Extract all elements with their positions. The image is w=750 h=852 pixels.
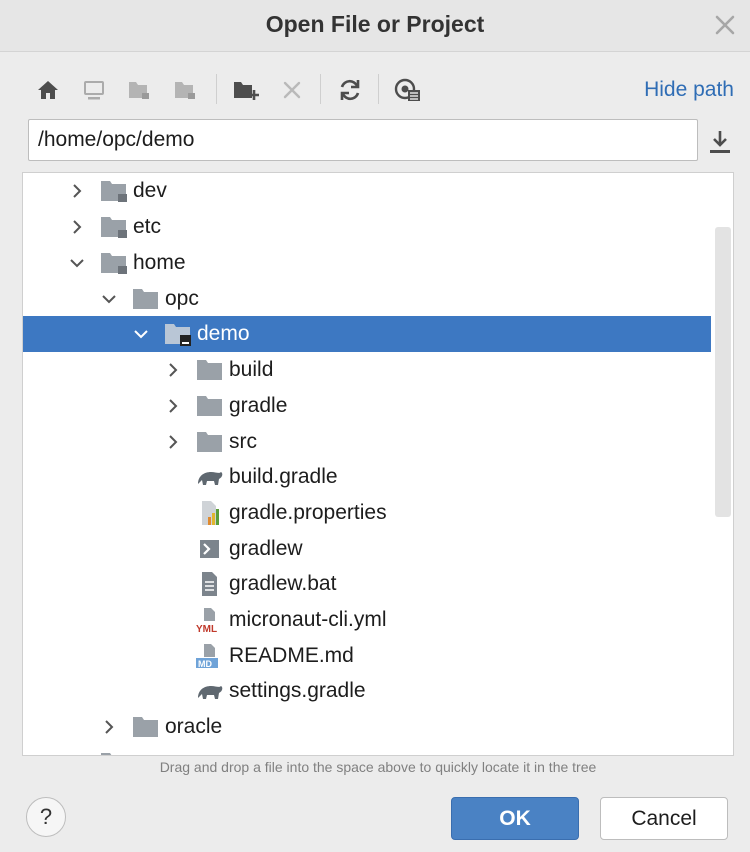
tree-item-label: oracle [165, 715, 223, 738]
tree-item-partial[interactable] [23, 745, 711, 756]
hide-path-link[interactable]: Hide path [644, 78, 734, 102]
tree-item-label: gradlew.bat [229, 572, 337, 595]
dialog-title: Open File or Project [265, 11, 485, 37]
ok-button[interactable]: OK [451, 797, 579, 840]
folder-icon [197, 360, 222, 380]
gradle-file-icon [198, 686, 223, 699]
show-hidden-icon[interactable] [390, 70, 426, 110]
path-input[interactable] [28, 119, 698, 161]
svg-text:MD: MD [198, 659, 212, 669]
toolbar-separator [216, 74, 217, 104]
delete-icon[interactable] [274, 70, 310, 110]
tree-item-etc[interactable]: etc [23, 209, 711, 245]
chevron-right-icon[interactable] [67, 753, 87, 756]
tree-item-label: micronaut-cli.yml [229, 608, 387, 631]
tree-item-label: dev [133, 179, 167, 202]
project-icon[interactable] [122, 70, 158, 110]
home-icon[interactable] [30, 70, 66, 110]
folder-icon [101, 217, 127, 238]
tree-item-label: gradlew [229, 537, 303, 560]
tree-item-label: gradle.properties [229, 501, 387, 524]
folder-icon [197, 396, 222, 416]
chevron-right-icon[interactable] [99, 717, 119, 737]
chevron-right-icon[interactable] [67, 217, 87, 237]
folder-icon [197, 432, 222, 452]
chevron-right-icon[interactable] [163, 396, 183, 416]
download-icon[interactable] [706, 128, 734, 156]
tree-item-label: etc [133, 215, 162, 238]
tree-item-label: README.md [229, 644, 354, 667]
new-folder-icon[interactable] [228, 70, 264, 110]
tree-item-gradlew[interactable]: gradlew [23, 531, 711, 567]
tree-item-label: src [229, 430, 257, 453]
tree-item-label: home [133, 251, 186, 274]
tree-item-label: demo [197, 322, 250, 345]
chevron-right-icon[interactable] [67, 181, 87, 201]
tree-item-micronaut-cli-yml[interactable]: YML micronaut-cli.yml [23, 602, 711, 638]
cancel-button[interactable]: Cancel [600, 797, 728, 840]
tree-item-demo[interactable]: demo [23, 316, 711, 352]
toolbar-separator [378, 74, 379, 104]
tree-item-label: settings.gradle [229, 679, 366, 702]
tree-item-build[interactable]: build [23, 352, 711, 388]
chevron-right-icon[interactable] [163, 432, 183, 452]
chevron-down-icon[interactable] [67, 253, 87, 273]
gradle-file-icon [198, 472, 223, 485]
tree-item-opc[interactable]: opc [23, 281, 711, 317]
tree-item-src[interactable]: src [23, 424, 711, 460]
refresh-icon[interactable] [332, 70, 368, 110]
shell-script-icon [200, 540, 219, 558]
project-folder-icon [165, 324, 191, 346]
toolbar-separator [320, 74, 321, 104]
drag-drop-hint: Drag and drop a file into the space abov… [159, 759, 597, 775]
folder-icon [133, 717, 158, 737]
tree-item-dev[interactable]: dev [23, 173, 711, 209]
tree-item-label: opc [165, 287, 199, 310]
tree-item-gradle-properties[interactable]: gradle.properties [23, 495, 711, 531]
tree-scrollbar[interactable] [715, 227, 731, 517]
properties-file-icon [202, 501, 219, 525]
yml-file-icon: YML [196, 608, 217, 633]
folder-icon [133, 289, 158, 309]
tree-item-readme-md[interactable]: MD README.md [23, 638, 711, 674]
chevron-right-icon[interactable] [163, 360, 183, 380]
tree-item-label: gradle [229, 394, 288, 417]
tree-item-label: build [229, 358, 274, 381]
toolbar [28, 70, 458, 110]
tree-item-gradlew-bat[interactable]: gradlew.bat [23, 566, 711, 602]
module-icon[interactable] [168, 70, 204, 110]
tree-item-build-gradle[interactable]: build.gradle [23, 459, 711, 495]
title-bar: Open File or Project [0, 0, 750, 52]
text-file-icon [202, 572, 217, 596]
close-icon[interactable] [710, 10, 740, 40]
tree-item-settings-gradle[interactable]: settings.gradle [23, 673, 711, 709]
tree-item-label: build.gradle [229, 465, 338, 488]
folder-icon [101, 253, 127, 274]
folder-icon [101, 753, 112, 755]
tree-item-oracle[interactable]: oracle [23, 709, 711, 745]
help-button[interactable]: ? [26, 797, 66, 837]
file-tree[interactable]: dev etc home opc demo build gradle src b… [22, 172, 734, 756]
tree-item-gradle[interactable]: gradle [23, 388, 711, 424]
tree-item-home[interactable]: home [23, 245, 711, 281]
chevron-down-icon[interactable] [131, 324, 151, 344]
svg-text:YML: YML [196, 624, 217, 633]
chevron-down-icon[interactable] [99, 289, 119, 309]
folder-icon [101, 181, 127, 202]
desktop-icon[interactable] [76, 70, 112, 110]
markdown-file-icon: MD [196, 644, 218, 669]
